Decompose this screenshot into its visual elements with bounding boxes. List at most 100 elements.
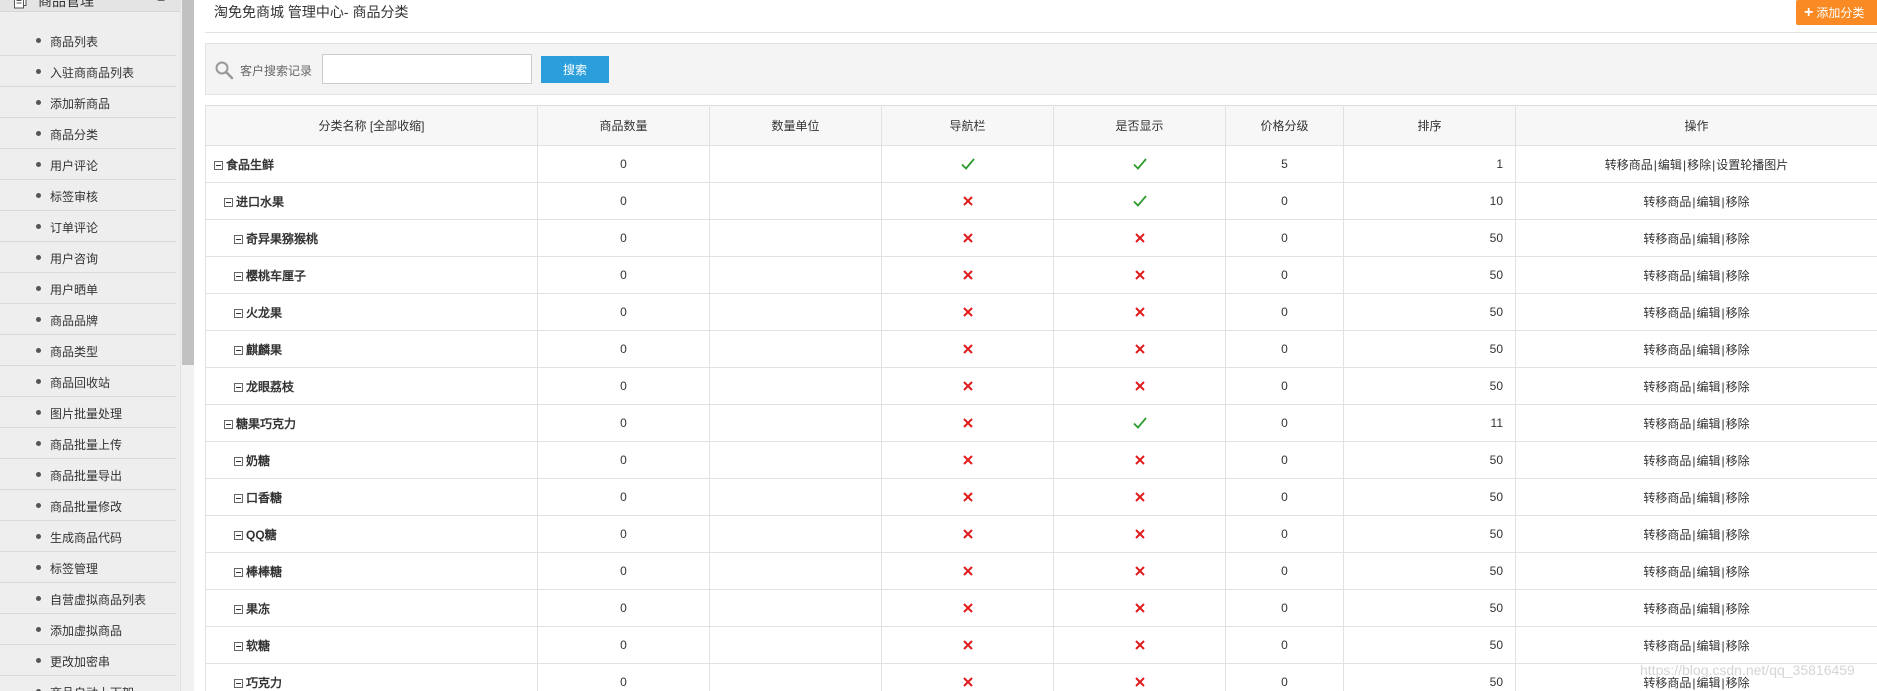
edit-link[interactable]: 编辑 xyxy=(1696,454,1720,468)
move-goods-link[interactable]: 转移商品 xyxy=(1643,639,1691,653)
tree-collapse-icon[interactable] xyxy=(234,382,243,392)
cross-icon[interactable] xyxy=(1132,267,1148,283)
sidebar-item[interactable]: 用户晒单 xyxy=(0,273,176,304)
sidebar-item[interactable]: 图片批量处理 xyxy=(0,397,176,428)
edit-link[interactable]: 编辑 xyxy=(1696,306,1720,320)
edit-link[interactable]: 编辑 xyxy=(1696,343,1720,357)
sidebar-item[interactable]: 添加虚拟商品 xyxy=(0,614,176,645)
edit-link[interactable]: 编辑 xyxy=(1696,380,1720,394)
move-goods-link[interactable]: 转移商品 xyxy=(1643,565,1691,579)
tree-collapse-icon[interactable] xyxy=(234,604,243,614)
search-button[interactable]: 搜索 xyxy=(541,56,609,83)
tree-collapse-icon[interactable] xyxy=(234,234,243,244)
sidebar-item[interactable]: 标签审核 xyxy=(0,180,176,211)
tree-collapse-icon[interactable] xyxy=(234,641,243,651)
move-goods-link[interactable]: 转移商品 xyxy=(1643,343,1691,357)
sort-order[interactable]: 10 xyxy=(1343,182,1516,220)
sidebar-item[interactable]: 用户咨询 xyxy=(0,242,176,273)
sort-order[interactable]: 50 xyxy=(1343,478,1516,516)
move-goods-link[interactable]: 转移商品 xyxy=(1643,380,1691,394)
cross-icon[interactable] xyxy=(960,489,976,505)
tree-collapse-icon[interactable] xyxy=(234,530,243,540)
sidebar-item[interactable]: 自营虚拟商品列表 xyxy=(0,583,176,614)
edit-link[interactable]: 编辑 xyxy=(1696,565,1720,579)
remove-link[interactable]: 移除 xyxy=(1726,454,1750,468)
sort-order[interactable]: 50 xyxy=(1343,293,1516,331)
set-carousel-link[interactable]: 设置轮播图片 xyxy=(1716,158,1788,172)
move-goods-link[interactable]: 转移商品 xyxy=(1643,417,1691,431)
remove-link[interactable]: 移除 xyxy=(1687,158,1711,172)
cross-icon[interactable] xyxy=(960,341,976,357)
cross-icon[interactable] xyxy=(960,674,976,690)
remove-link[interactable]: 移除 xyxy=(1726,491,1750,505)
cross-icon[interactable] xyxy=(1132,341,1148,357)
move-goods-link[interactable]: 转移商品 xyxy=(1643,306,1691,320)
move-goods-link[interactable]: 转移商品 xyxy=(1643,602,1691,616)
edit-link[interactable]: 编辑 xyxy=(1696,528,1720,542)
tree-collapse-icon[interactable] xyxy=(234,493,243,503)
edit-link[interactable]: 编辑 xyxy=(1696,491,1720,505)
sidebar-item[interactable]: 商品分类 xyxy=(0,118,176,149)
cross-icon[interactable] xyxy=(1132,489,1148,505)
cross-icon[interactable] xyxy=(960,267,976,283)
move-goods-link[interactable]: 转移商品 xyxy=(1643,269,1691,283)
tree-collapse-icon[interactable] xyxy=(234,308,243,318)
sidebar-item[interactable]: 商品批量上传 xyxy=(0,428,176,459)
tree-collapse-icon[interactable] xyxy=(224,419,233,429)
tree-collapse-icon[interactable] xyxy=(234,271,243,281)
sort-order[interactable]: 50 xyxy=(1343,367,1516,405)
cross-icon[interactable] xyxy=(960,563,976,579)
check-icon[interactable] xyxy=(960,156,976,172)
remove-link[interactable]: 移除 xyxy=(1726,269,1750,283)
remove-link[interactable]: 移除 xyxy=(1726,380,1750,394)
cross-icon[interactable] xyxy=(960,452,976,468)
cross-icon[interactable] xyxy=(960,304,976,320)
cross-icon[interactable] xyxy=(960,415,976,431)
check-icon[interactable] xyxy=(1132,156,1148,172)
sidebar-item[interactable]: 商品类型 xyxy=(0,335,176,366)
remove-link[interactable]: 移除 xyxy=(1726,528,1750,542)
sidebar-section-header[interactable]: 商品管理 − xyxy=(0,0,180,12)
cross-icon[interactable] xyxy=(1132,600,1148,616)
sort-order[interactable]: 50 xyxy=(1343,515,1516,553)
sidebar-item[interactable]: 添加新商品 xyxy=(0,87,176,118)
sidebar-item[interactable]: 商品列表 xyxy=(0,25,176,56)
edit-link[interactable]: 编辑 xyxy=(1696,417,1720,431)
cross-icon[interactable] xyxy=(960,637,976,653)
cross-icon[interactable] xyxy=(960,378,976,394)
sort-order[interactable]: 50 xyxy=(1343,256,1516,294)
remove-link[interactable]: 移除 xyxy=(1726,232,1750,246)
sort-order[interactable]: 50 xyxy=(1343,626,1516,664)
cross-icon[interactable] xyxy=(1132,452,1148,468)
sort-order[interactable]: 50 xyxy=(1343,589,1516,627)
move-goods-link[interactable]: 转移商品 xyxy=(1605,158,1653,172)
cross-icon[interactable] xyxy=(960,526,976,542)
move-goods-link[interactable]: 转移商品 xyxy=(1643,528,1691,542)
move-goods-link[interactable]: 转移商品 xyxy=(1643,454,1691,468)
move-goods-link[interactable]: 转移商品 xyxy=(1643,491,1691,505)
add-category-button[interactable]: + 添加分类 xyxy=(1796,0,1877,25)
remove-link[interactable]: 移除 xyxy=(1726,565,1750,579)
sidebar-item[interactable]: 商品批量修改 xyxy=(0,490,176,521)
sidebar-item[interactable]: 更改加密串 xyxy=(0,645,176,676)
sort-order[interactable]: 11 xyxy=(1343,404,1516,442)
sort-order[interactable]: 1 xyxy=(1343,145,1516,183)
edit-link[interactable]: 编辑 xyxy=(1696,602,1720,616)
edit-link[interactable]: 编辑 xyxy=(1658,158,1682,172)
cross-icon[interactable] xyxy=(1132,526,1148,542)
tree-collapse-icon[interactable] xyxy=(224,197,233,207)
cross-icon[interactable] xyxy=(1132,230,1148,246)
tree-collapse-icon[interactable] xyxy=(234,345,243,355)
sidebar-item[interactable]: 订单评论 xyxy=(0,211,176,242)
remove-link[interactable]: 移除 xyxy=(1726,306,1750,320)
sidebar-item[interactable]: 商品回收站 xyxy=(0,366,176,397)
search-input[interactable] xyxy=(322,54,532,84)
cross-icon[interactable] xyxy=(1132,637,1148,653)
edit-link[interactable]: 编辑 xyxy=(1696,195,1720,209)
cross-icon[interactable] xyxy=(960,600,976,616)
check-icon[interactable] xyxy=(1132,415,1148,431)
sidebar-item[interactable]: 标签管理 xyxy=(0,552,176,583)
sidebar-item[interactable]: 商品自动上下架 xyxy=(0,676,176,691)
collapse-icon[interactable]: − xyxy=(157,0,165,8)
sidebar-item[interactable]: 生成商品代码 xyxy=(0,521,176,552)
